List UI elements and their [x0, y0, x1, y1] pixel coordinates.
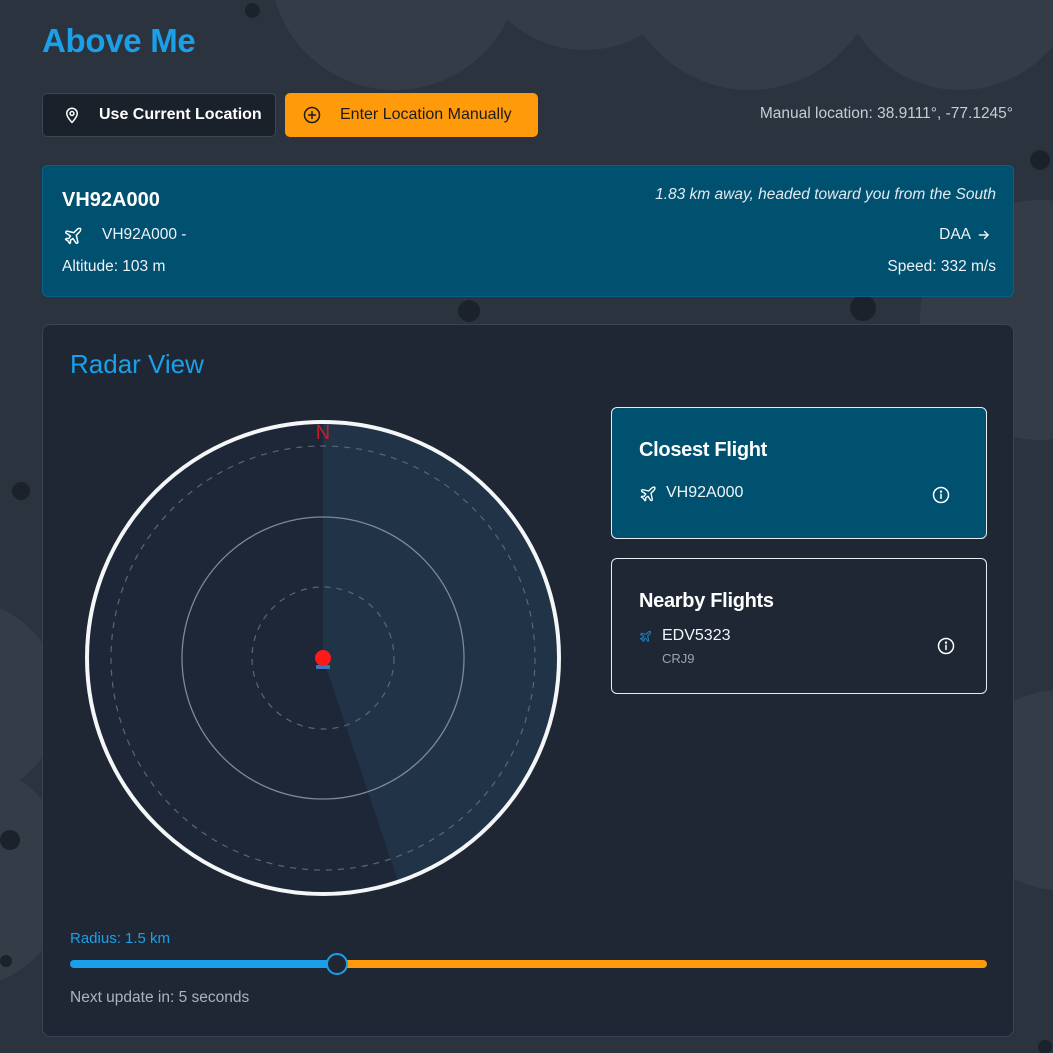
plane-icon [63, 226, 83, 246]
plus-circle-icon [303, 106, 321, 124]
closest-flight-card: Closest Flight VH92A000 [611, 407, 987, 539]
info-icon[interactable] [937, 637, 955, 655]
radius-label: Radius: 1.5 km [70, 930, 171, 947]
closest-flight-callsign: VH92A000 [666, 484, 744, 501]
banner-speed: Speed: 332 m/s [887, 258, 996, 275]
closest-flight-title: Closest Flight [639, 439, 768, 461]
use-current-location-label: Use Current Location [99, 106, 262, 123]
banner-callsign: VH92A000 [62, 189, 160, 211]
nearby-flight-callsign: EDV5323 [662, 627, 731, 644]
use-current-location-button[interactable]: Use Current Location [42, 93, 276, 137]
nearby-flights-card: Nearby Flights EDV5323 CRJ9 [611, 558, 987, 694]
banner-altitude: Altitude: 103 m [62, 258, 166, 275]
enter-location-manually-label: Enter Location Manually [340, 106, 512, 123]
radar-panel: Radar View N Closest Flight VH92A000 Nea… [42, 324, 1014, 1037]
slider-track-filled [70, 960, 337, 968]
info-icon[interactable] [932, 486, 950, 504]
next-update-text: Next update in: 5 seconds [70, 989, 250, 1006]
radar-title: Radar View [70, 349, 204, 379]
banner-destination: DAA [939, 226, 991, 244]
map-pin-icon [63, 106, 81, 124]
banner-distance: 1.83 km away, headed toward you from the… [655, 186, 996, 203]
arrow-right-icon [978, 230, 989, 240]
banner-route: VH92A000 - [102, 226, 187, 243]
slider-thumb[interactable] [326, 953, 348, 975]
radar-display: N [85, 420, 561, 896]
app-title: Above Me [42, 22, 196, 59]
enter-location-manually-button[interactable]: Enter Location Manually [285, 93, 538, 137]
nearby-flights-title: Nearby Flights [639, 590, 774, 612]
radius-slider[interactable] [70, 952, 987, 976]
closest-flight-banner: VH92A000 1.83 km away, headed toward you… [42, 165, 1014, 297]
plane-icon [639, 630, 652, 648]
slider-track-remaining [337, 960, 987, 968]
nearby-flight-aircraft: CRJ9 [662, 651, 695, 666]
user-location-dot [315, 650, 331, 666]
radar-north-label: N [316, 422, 330, 444]
banner-destination-code: DAA [939, 226, 971, 243]
manual-location-text: Manual location: 38.9111°, -77.1245° [759, 105, 1013, 122]
plane-icon [639, 485, 657, 508]
